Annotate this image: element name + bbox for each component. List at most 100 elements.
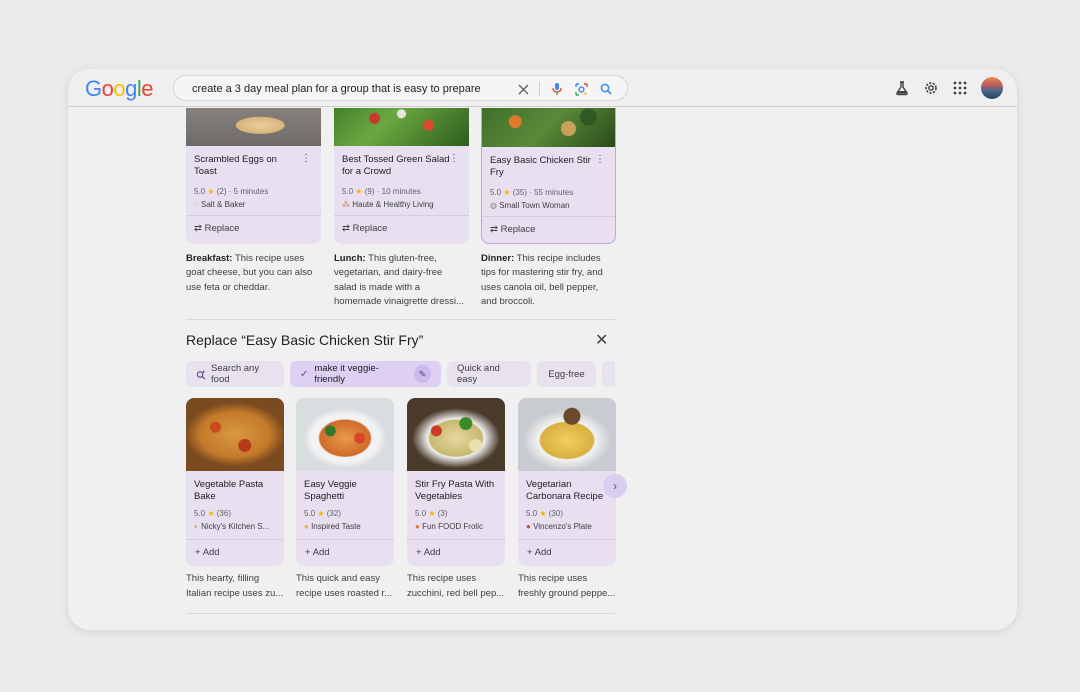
star-icon: ★ [428, 509, 436, 518]
google-logo[interactable]: Google [85, 76, 154, 102]
meal-card-breakfast[interactable]: Scrambled Eggs on Toast ⋮ 5.0 ★ (2) · 5 … [186, 108, 321, 244]
search-box[interactable] [173, 75, 628, 101]
vegetable-pasta-bake-image [186, 398, 284, 471]
recipe-card-stir-fry-pasta[interactable]: Stir Fry Pasta With Vegetables 5.0 ★ (3)… [407, 398, 505, 566]
divider [407, 539, 505, 540]
recipe-description: This hearty, filling Italian recipe uses… [186, 573, 284, 599]
source-logo-icon: ◌ [194, 200, 199, 209]
apps-grid-icon[interactable] [950, 78, 970, 98]
plus-icon: + [527, 547, 533, 558]
recipe-rating: 5.0 ★ (32) [304, 509, 341, 518]
source-logo-icon: ● [526, 522, 531, 531]
recipe-title[interactable]: Stir Fry Pasta With Vegetables [415, 479, 503, 503]
recipe-source[interactable]: ● Inspired Taste [304, 522, 390, 531]
easy-veggie-spaghetti-image [296, 398, 394, 471]
swap-arrows-icon: ⇄ [342, 223, 350, 234]
search-header: Google [68, 69, 1017, 107]
meal-rating: 5.0 ★ (2) · 5 minutes [194, 187, 269, 196]
swap-arrows-icon: ⇄ [194, 223, 202, 234]
labs-flask-icon[interactable] [892, 78, 912, 98]
recipe-card-easy-veggie-spaghetti[interactable]: Easy Veggie Spaghetti 5.0 ★ (32) ● Inspi… [296, 398, 394, 566]
dinner-description: Dinner: This recipe includes tips for ma… [481, 253, 603, 307]
plus-icon: + [305, 547, 311, 558]
meal-card-dinner[interactable]: Easy Basic Chicken Stir Fry ⋮ 5.0 ★ (35)… [481, 108, 616, 244]
replace-button[interactable]: ⇄ Replace [342, 223, 387, 234]
microphone-icon[interactable] [549, 81, 565, 97]
green-salad-image [334, 108, 469, 146]
sparkle-search-icon [196, 369, 206, 380]
add-button[interactable]: + Add [416, 547, 441, 558]
plus-icon: + [195, 547, 201, 558]
divider [518, 539, 616, 540]
star-icon: ★ [207, 509, 215, 518]
replace-button[interactable]: ⇄ Replace [490, 224, 535, 235]
swap-arrows-icon: ⇄ [490, 224, 498, 235]
plus-icon: + [416, 547, 422, 558]
recipe-source[interactable]: ● Fun FOOD Frolic [415, 522, 501, 531]
recipe-source[interactable]: ● Vincenzo's Plate [526, 522, 612, 531]
recipe-title[interactable]: Vegetarian Carbonara Recipe [526, 479, 614, 503]
recipe-rating: 5.0 ★ (36) [194, 509, 231, 518]
search-input[interactable] [192, 80, 512, 98]
meal-source[interactable]: ◌ Salt & Baker [194, 200, 245, 209]
star-icon: ★ [355, 187, 363, 196]
source-logo-icon: ● [304, 522, 309, 531]
chip-egg-free[interactable]: Egg-free [537, 361, 596, 387]
recipe-card-vegetarian-carbonara[interactable]: Vegetarian Carbonara Recipe 5.0 ★ (30) ●… [518, 398, 616, 566]
edit-pencil-icon[interactable]: ✎ [413, 365, 431, 383]
carousel-next-button[interactable]: › [603, 474, 627, 498]
search-divider [539, 82, 540, 96]
meal-card-lunch[interactable]: Best Tossed Green Salad for a Crowd ⋮ 5.… [334, 108, 469, 244]
clear-icon[interactable] [515, 81, 531, 97]
lunch-description: Lunch: This gluten-free, vegetarian, and… [334, 253, 464, 307]
divider [186, 215, 321, 216]
more-options-icon[interactable]: ⋮ [595, 154, 605, 165]
breakfast-description: Breakfast: This recipe uses goat cheese,… [186, 253, 313, 293]
divider [296, 539, 394, 540]
more-options-icon[interactable]: ⋮ [449, 153, 459, 164]
divider [482, 216, 615, 217]
meal-rating: 5.0 ★ (35) · 55 minutes [490, 188, 574, 197]
chip-overflow[interactable] [602, 361, 615, 387]
chip-make-it-veggie-friendly[interactable]: ✓ make it veggie-friendly ✎ [290, 361, 441, 387]
lens-camera-icon[interactable] [573, 81, 589, 97]
close-icon[interactable]: ✕ [595, 330, 608, 350]
browser-window: Google create a 3 day meal plan for a gr… [68, 69, 1017, 630]
recipe-card-vegetable-pasta-bake[interactable]: Vegetable Pasta Bake 5.0 ★ (36) ◐ Nicky'… [186, 398, 284, 566]
meal-title[interactable]: Scrambled Eggs on Toast [194, 154, 302, 178]
recipe-source[interactable]: ◐ Nicky's Kitchen S... [194, 522, 280, 531]
chevron-right-icon: › [613, 479, 617, 493]
source-logo-icon: ● [415, 522, 420, 531]
meal-title[interactable]: Best Tossed Green Salad for a Crowd [342, 154, 450, 178]
recipe-title[interactable]: Easy Veggie Spaghetti [304, 479, 392, 503]
add-button[interactable]: + Add [195, 547, 220, 558]
add-button[interactable]: + Add [527, 547, 552, 558]
meal-title[interactable]: Easy Basic Chicken Stir Fry [490, 155, 598, 179]
meal-source[interactable]: ⁂ Haute & Healthy Living [342, 200, 434, 209]
add-button[interactable]: + Add [305, 547, 330, 558]
divider [186, 539, 284, 540]
results-content: Scrambled Eggs on Toast ⋮ 5.0 ★ (2) · 5 … [68, 108, 1017, 630]
replace-button[interactable]: ⇄ Replace [194, 223, 239, 234]
avatar[interactable] [981, 77, 1003, 99]
recipe-description: This recipe uses freshly ground peppe... [518, 573, 616, 599]
divider [334, 215, 469, 216]
meal-source[interactable]: ◍ Small Town Woman [490, 201, 570, 210]
search-icon[interactable] [598, 81, 614, 97]
chip-quick-and-easy[interactable]: Quick and easy [447, 361, 531, 387]
meal-rating: 5.0 ★ (9) · 10 minutes [342, 187, 421, 196]
source-logo-icon: ◍ [490, 201, 497, 210]
scrambled-eggs-image [186, 108, 321, 146]
vegetarian-carbonara-image [518, 398, 616, 471]
star-icon: ★ [503, 188, 511, 197]
recipe-description: This quick and easy recipe uses roasted … [296, 573, 393, 599]
source-logo-icon: ◐ [194, 522, 199, 531]
recipe-title[interactable]: Vegetable Pasta Bake [194, 479, 282, 503]
section-divider [186, 613, 615, 614]
more-options-icon[interactable]: ⋮ [301, 153, 311, 164]
settings-gear-icon[interactable] [921, 78, 941, 98]
recipe-rating: 5.0 ★ (3) [415, 509, 448, 518]
recipe-rating: 5.0 ★ (30) [526, 509, 563, 518]
source-logo-icon: ⁂ [342, 200, 350, 209]
chip-search-any-food[interactable]: Search any food [186, 361, 284, 387]
